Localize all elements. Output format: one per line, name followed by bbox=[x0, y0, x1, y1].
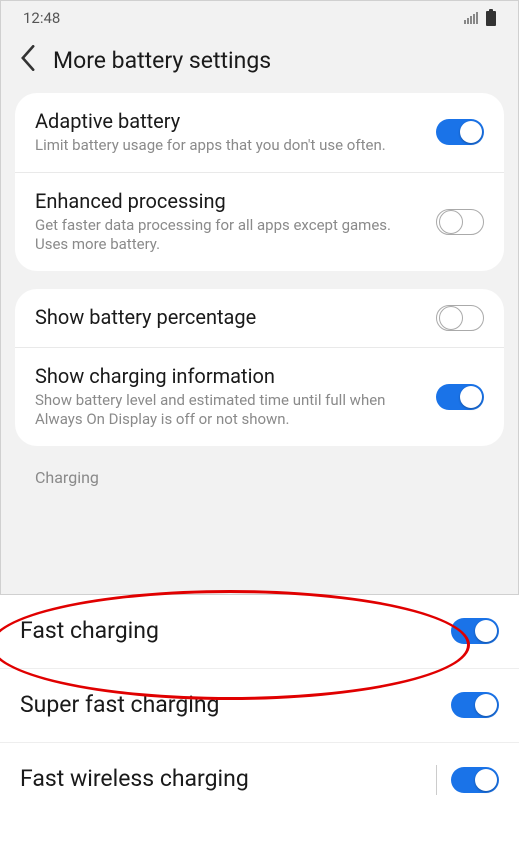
wireless-title: Fast wireless charging bbox=[20, 765, 436, 794]
section-charging-label: Charging bbox=[1, 464, 518, 487]
charging-section: Fast charging Super fast charging Fast w… bbox=[0, 595, 519, 854]
signal-icon bbox=[464, 12, 478, 24]
card-battery-opts: Adaptive battery Limit battery usage for… bbox=[15, 93, 504, 271]
charginfo-title: Show charging information bbox=[35, 364, 422, 389]
header: More battery settings bbox=[1, 31, 518, 93]
enhanced-sub: Get faster data processing for all apps … bbox=[35, 216, 422, 255]
row-charging-info[interactable]: Show charging information Show battery l… bbox=[15, 347, 504, 446]
row-adaptive-battery[interactable]: Adaptive battery Limit battery usage for… bbox=[15, 93, 504, 172]
back-icon[interactable] bbox=[19, 45, 37, 75]
row-fast-charging[interactable]: Fast charging bbox=[0, 595, 519, 669]
adaptive-toggle[interactable] bbox=[436, 119, 484, 145]
adaptive-title: Adaptive battery bbox=[35, 109, 422, 134]
charginfo-toggle[interactable] bbox=[436, 384, 484, 410]
card-display-opts: Show battery percentage Show charging in… bbox=[15, 289, 504, 446]
row-battery-percentage[interactable]: Show battery percentage bbox=[15, 289, 504, 347]
adaptive-sub: Limit battery usage for apps that you do… bbox=[35, 136, 422, 156]
percentage-toggle[interactable] bbox=[436, 305, 484, 331]
status-time: 12:48 bbox=[23, 9, 60, 27]
superfast-title: Super fast charging bbox=[20, 691, 451, 720]
fast-toggle[interactable] bbox=[451, 618, 499, 644]
charginfo-sub: Show battery level and estimated time un… bbox=[35, 391, 422, 430]
enhanced-toggle[interactable] bbox=[436, 209, 484, 235]
battery-icon bbox=[486, 11, 496, 26]
page-title: More battery settings bbox=[53, 47, 271, 74]
row-fast-wireless-charging[interactable]: Fast wireless charging bbox=[0, 743, 519, 817]
status-bar: 12:48 bbox=[1, 1, 518, 31]
superfast-toggle[interactable] bbox=[451, 692, 499, 718]
enhanced-title: Enhanced processing bbox=[35, 189, 422, 214]
divider bbox=[436, 765, 437, 795]
row-enhanced-processing[interactable]: Enhanced processing Get faster data proc… bbox=[15, 172, 504, 271]
wireless-toggle[interactable] bbox=[451, 767, 499, 793]
fast-title: Fast charging bbox=[20, 617, 451, 646]
row-super-fast-charging[interactable]: Super fast charging bbox=[0, 669, 519, 743]
percentage-title: Show battery percentage bbox=[35, 305, 422, 330]
